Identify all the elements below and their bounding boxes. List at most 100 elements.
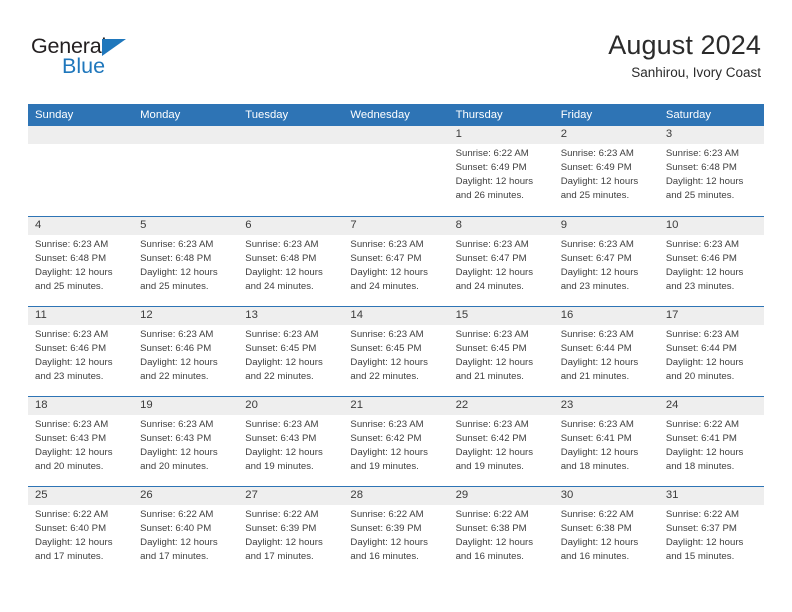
day-sun-details: Sunrise: 6:22 AM Sunset: 6:39 PM Daylight:… <box>238 505 343 564</box>
calendar-day-cell[interactable]: 8 Sunrise: 6:23 AM Sunset: 6:47 PM Daylight… <box>448 215 554 307</box>
daylight-text-cont: and 24 minutes. <box>350 280 419 292</box>
daylight-text: Daylight: 12 hours <box>140 356 218 368</box>
calendar-day-cell[interactable]: 10 Sunrise: 6:23 AM Sunset: 6:46 PM Dayligh… <box>658 215 764 307</box>
calendar-day-cell[interactable]: 28 Sunrise: 6:22 AM Sunset: 6:39 PM Dayligh… <box>343 485 449 577</box>
weekday-header-thursday: Thursday <box>448 104 554 127</box>
calendar-day-cell[interactable]: 17 Sunrise: 6:23 AM Sunset: 6:44 PM Dayligh… <box>658 305 764 397</box>
day-sun-details: Sunrise: 6:22 AM Sunset: 6:39 PM Daylight:… <box>343 505 448 564</box>
day-number: 8 <box>448 216 554 235</box>
sunrise-text: Sunrise: 6:23 AM <box>560 328 634 340</box>
sunrise-text: Sunrise: 6:23 AM <box>350 238 424 250</box>
daylight-text: Daylight: 12 hours <box>245 356 323 368</box>
daylight-text: Daylight: 12 hours <box>560 536 639 548</box>
sunrise-text: Sunrise: 6:23 AM <box>665 238 740 250</box>
day-number: 31 <box>658 486 764 505</box>
sunrise-text: Sunrise: 6:23 AM <box>140 418 214 430</box>
daylight-text-cont: and 19 minutes. <box>350 460 419 472</box>
day-number: 27 <box>238 486 344 505</box>
daylight-text-cont: and 18 minutes. <box>665 460 735 472</box>
sunset-text: Sunset: 6:43 PM <box>245 432 317 444</box>
calendar-day-cell[interactable]: 6 Sunrise: 6:23 AM Sunset: 6:48 PM Daylight… <box>238 215 344 307</box>
calendar-day-cell[interactable]: 16 Sunrise: 6:23 AM Sunset: 6:44 PM Dayligh… <box>553 305 659 397</box>
daylight-text-cont: and 17 minutes. <box>35 550 104 562</box>
day-number: 22 <box>448 396 554 415</box>
day-sun-details: Sunrise: 6:23 AM Sunset: 6:44 PM Daylight:… <box>659 325 764 384</box>
calendar-day-cell[interactable]: 23 Sunrise: 6:23 AM Sunset: 6:41 PM Dayligh… <box>553 395 659 487</box>
sunset-text: Sunset: 6:40 PM <box>35 522 107 534</box>
sunrise-text: Sunrise: 6:23 AM <box>455 328 529 340</box>
day-sun-details: Sunrise: 6:23 AM Sunset: 6:41 PM Daylight:… <box>554 415 659 474</box>
day-number: 9 <box>553 216 659 235</box>
calendar-day-cell[interactable]: 3 Sunrise: 6:23 AM Sunset: 6:48 PM Daylight… <box>658 126 764 216</box>
daylight-text-cont: and 19 minutes. <box>455 460 524 472</box>
calendar-day-cell[interactable]: 18 Sunrise: 6:23 AM Sunset: 6:43 PM Dayligh… <box>28 395 134 487</box>
day-number: 11 <box>28 306 134 325</box>
calendar-day-cell[interactable]: 12 Sunrise: 6:23 AM Sunset: 6:46 PM Dayligh… <box>133 305 239 397</box>
daylight-text-cont: and 16 minutes. <box>455 550 524 562</box>
calendar-day-cell[interactable]: 7 Sunrise: 6:23 AM Sunset: 6:47 PM Daylight… <box>343 215 449 307</box>
day-number: 21 <box>343 396 449 415</box>
sunrise-text: Sunrise: 6:22 AM <box>35 508 109 520</box>
day-number: 15 <box>448 306 554 325</box>
calendar-day-cell[interactable]: 14 Sunrise: 6:23 AM Sunset: 6:45 PM Dayligh… <box>343 305 449 397</box>
day-sun-details: Sunrise: 6:23 AM Sunset: 6:47 PM Daylight:… <box>449 235 554 294</box>
calendar-day-cell-empty <box>133 126 239 216</box>
calendar-day-cell[interactable]: 22 Sunrise: 6:23 AM Sunset: 6:42 PM Dayligh… <box>448 395 554 487</box>
daylight-text-cont: and 20 minutes. <box>35 460 104 472</box>
calendar-day-cell[interactable]: 11 Sunrise: 6:23 AM Sunset: 6:46 PM Dayligh… <box>28 305 134 397</box>
calendar-day-cell[interactable]: 30 Sunrise: 6:22 AM Sunset: 6:38 PM Dayligh… <box>553 485 659 577</box>
calendar-day-cell[interactable]: 9 Sunrise: 6:23 AM Sunset: 6:47 PM Daylight… <box>553 215 659 307</box>
day-sun-details: Sunrise: 6:23 AM Sunset: 6:48 PM Daylight:… <box>28 235 133 294</box>
sunset-text: Sunset: 6:49 PM <box>560 162 632 174</box>
day-number: 6 <box>238 216 344 235</box>
calendar-day-cell[interactable]: 27 Sunrise: 6:22 AM Sunset: 6:39 PM Dayligh… <box>238 485 344 577</box>
sunrise-text: Sunrise: 6:23 AM <box>560 238 634 250</box>
day-sun-details: Sunrise: 6:23 AM Sunset: 6:43 PM Daylight:… <box>28 415 133 474</box>
day-number: 13 <box>238 306 344 325</box>
day-number: 26 <box>133 486 239 505</box>
calendar-day-cell[interactable]: 4 Sunrise: 6:23 AM Sunset: 6:48 PM Daylight… <box>28 215 134 307</box>
calendar-day-cell[interactable]: 15 Sunrise: 6:23 AM Sunset: 6:45 PM Dayligh… <box>448 305 554 397</box>
day-number: 24 <box>658 396 764 415</box>
daylight-text-cont: and 18 minutes. <box>560 460 630 472</box>
daylight-text-cont: and 22 minutes. <box>140 370 209 382</box>
day-sun-details: Sunrise: 6:22 AM Sunset: 6:40 PM Daylight:… <box>28 505 133 564</box>
calendar-day-cell[interactable]: 25 Sunrise: 6:22 AM Sunset: 6:40 PM Dayligh… <box>28 485 134 577</box>
daylight-text: Daylight: 12 hours <box>35 266 113 278</box>
sunrise-text: Sunrise: 6:23 AM <box>35 418 109 430</box>
page-header: General Blue August 2024 Sanhirou, Ivory… <box>0 0 792 100</box>
calendar-day-cell[interactable]: 21 Sunrise: 6:23 AM Sunset: 6:42 PM Dayligh… <box>343 395 449 487</box>
day-sun-details: Sunrise: 6:23 AM Sunset: 6:45 PM Daylight:… <box>343 325 448 384</box>
calendar-week-row: 18 Sunrise: 6:23 AM Sunset: 6:43 PM Dayligh… <box>28 395 764 487</box>
day-sun-details: Sunrise: 6:22 AM Sunset: 6:38 PM Daylight:… <box>554 505 659 564</box>
daylight-text: Daylight: 12 hours <box>665 446 744 458</box>
daylight-text-cont: and 20 minutes. <box>665 370 735 382</box>
daylight-text-cont: and 25 minutes. <box>560 190 630 202</box>
calendar-day-cell[interactable]: 5 Sunrise: 6:23 AM Sunset: 6:48 PM Daylight… <box>133 215 239 307</box>
sunset-text: Sunset: 6:45 PM <box>350 342 422 354</box>
day-number: 14 <box>343 306 449 325</box>
calendar-day-cell-empty <box>28 126 134 216</box>
sunset-text: Sunset: 6:42 PM <box>455 432 527 444</box>
sunset-text: Sunset: 6:46 PM <box>665 252 737 264</box>
weekday-header-monday: Monday <box>133 104 239 127</box>
calendar-day-cell[interactable]: 24 Sunrise: 6:22 AM Sunset: 6:41 PM Dayligh… <box>658 395 764 487</box>
calendar-day-cell[interactable]: 1 Sunrise: 6:22 AM Sunset: 6:49 PM Daylight… <box>448 126 554 216</box>
calendar-day-cell[interactable]: 13 Sunrise: 6:23 AM Sunset: 6:45 PM Dayligh… <box>238 305 344 397</box>
calendar-day-cell[interactable]: 26 Sunrise: 6:22 AM Sunset: 6:40 PM Dayligh… <box>133 485 239 577</box>
calendar-day-cell[interactable]: 2 Sunrise: 6:23 AM Sunset: 6:49 PM Daylight… <box>553 126 659 216</box>
day-number: 23 <box>553 396 659 415</box>
day-sun-details: Sunrise: 6:23 AM Sunset: 6:43 PM Daylight:… <box>238 415 343 474</box>
sunrise-text: Sunrise: 6:23 AM <box>350 418 424 430</box>
daylight-text: Daylight: 12 hours <box>35 536 113 548</box>
calendar-day-cell[interactable]: 29 Sunrise: 6:22 AM Sunset: 6:38 PM Dayligh… <box>448 485 554 577</box>
day-number: 18 <box>28 396 134 415</box>
daylight-text: Daylight: 12 hours <box>140 536 218 548</box>
daylight-text-cont: and 20 minutes. <box>140 460 209 472</box>
calendar-week-row: 11 Sunrise: 6:23 AM Sunset: 6:46 PM Dayligh… <box>28 305 764 397</box>
calendar-day-cell[interactable]: 31 Sunrise: 6:22 AM Sunset: 6:37 PM Dayligh… <box>658 485 764 577</box>
calendar-week-row: 4 Sunrise: 6:23 AM Sunset: 6:48 PM Daylight… <box>28 215 764 307</box>
sunrise-text: Sunrise: 6:23 AM <box>560 418 634 430</box>
calendar-day-cell[interactable]: 20 Sunrise: 6:23 AM Sunset: 6:43 PM Dayligh… <box>238 395 344 487</box>
calendar-day-cell[interactable]: 19 Sunrise: 6:23 AM Sunset: 6:43 PM Dayligh… <box>133 395 239 487</box>
